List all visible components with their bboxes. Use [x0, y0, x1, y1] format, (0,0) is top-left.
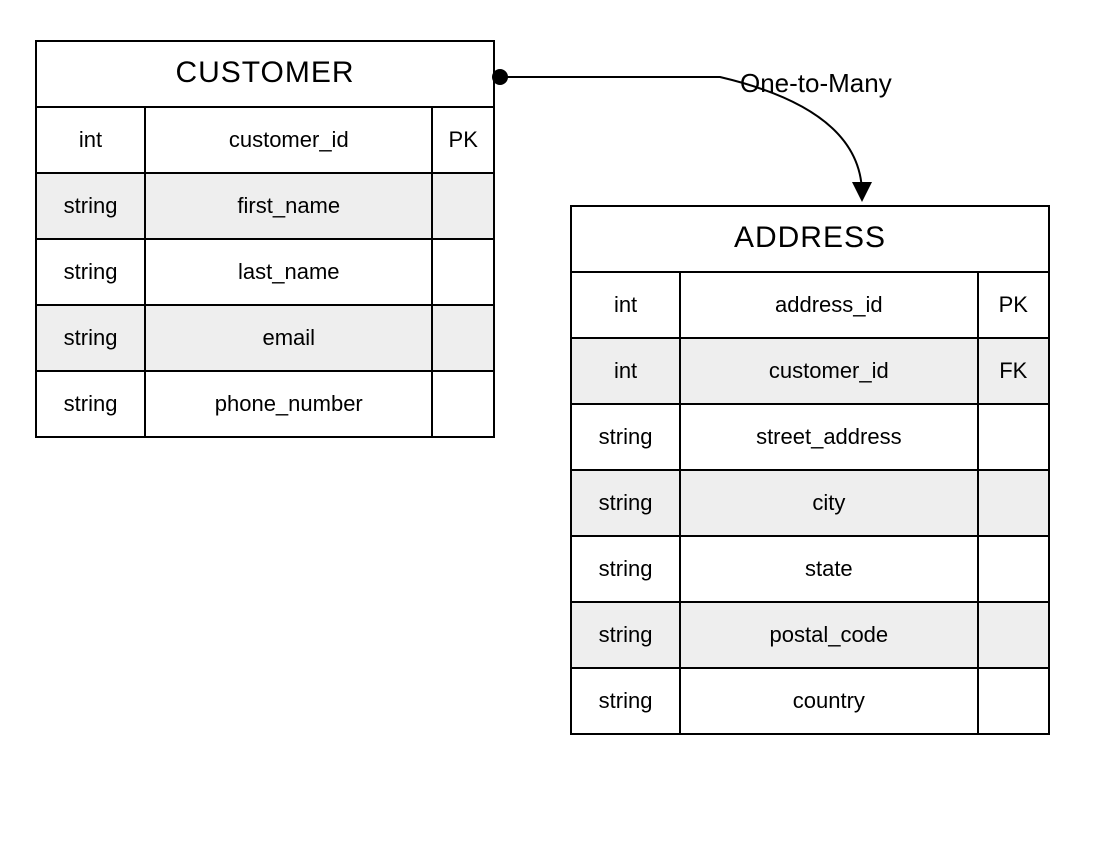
column-type: string	[37, 240, 146, 304]
column-key	[979, 537, 1048, 601]
column-type: string	[572, 669, 681, 733]
column-name: phone_number	[146, 372, 433, 436]
entity-address: ADDRESS intaddress_idPKintcustomer_idFKs…	[570, 205, 1050, 735]
column-name: street_address	[681, 405, 978, 469]
column-type: int	[572, 273, 681, 337]
column-name: customer_id	[146, 108, 433, 172]
table-row: intaddress_idPK	[572, 273, 1048, 337]
column-name: first_name	[146, 174, 433, 238]
column-name: state	[681, 537, 978, 601]
column-key: FK	[979, 339, 1048, 403]
table-row: stringstreet_address	[572, 403, 1048, 469]
table-row: stringphone_number	[37, 370, 493, 436]
entity-customer: CUSTOMER intcustomer_idPKstringfirst_nam…	[35, 40, 495, 438]
column-key	[979, 669, 1048, 733]
column-type: int	[572, 339, 681, 403]
column-key	[433, 174, 493, 238]
table-row: stringfirst_name	[37, 172, 493, 238]
connector-arrowhead-icon	[852, 182, 872, 202]
column-key	[433, 240, 493, 304]
table-row: stringpostal_code	[572, 601, 1048, 667]
table-row: stringcity	[572, 469, 1048, 535]
column-type: string	[572, 603, 681, 667]
entity-address-rows: intaddress_idPKintcustomer_idFKstringstr…	[572, 273, 1048, 733]
table-row: intcustomer_idPK	[37, 108, 493, 172]
column-name: email	[146, 306, 433, 370]
column-key	[979, 603, 1048, 667]
column-key	[979, 471, 1048, 535]
column-key	[433, 306, 493, 370]
column-name: city	[681, 471, 978, 535]
entity-address-title: ADDRESS	[572, 207, 1048, 273]
column-name: postal_code	[681, 603, 978, 667]
er-diagram-canvas: CUSTOMER intcustomer_idPKstringfirst_nam…	[0, 0, 1106, 864]
column-type: string	[37, 174, 146, 238]
column-type: string	[572, 405, 681, 469]
column-key: PK	[979, 273, 1048, 337]
column-name: customer_id	[681, 339, 978, 403]
table-row: intcustomer_idFK	[572, 337, 1048, 403]
column-key	[979, 405, 1048, 469]
column-key: PK	[433, 108, 493, 172]
table-row: stringstate	[572, 535, 1048, 601]
column-type: string	[37, 372, 146, 436]
relationship-label: One-to-Many	[740, 68, 892, 99]
column-type: int	[37, 108, 146, 172]
column-type: string	[37, 306, 146, 370]
column-name: address_id	[681, 273, 978, 337]
column-name: last_name	[146, 240, 433, 304]
table-row: stringlast_name	[37, 238, 493, 304]
entity-customer-title: CUSTOMER	[37, 42, 493, 108]
column-type: string	[572, 537, 681, 601]
column-name: country	[681, 669, 978, 733]
table-row: stringemail	[37, 304, 493, 370]
column-type: string	[572, 471, 681, 535]
column-key	[433, 372, 493, 436]
entity-customer-rows: intcustomer_idPKstringfirst_namestringla…	[37, 108, 493, 436]
table-row: stringcountry	[572, 667, 1048, 733]
